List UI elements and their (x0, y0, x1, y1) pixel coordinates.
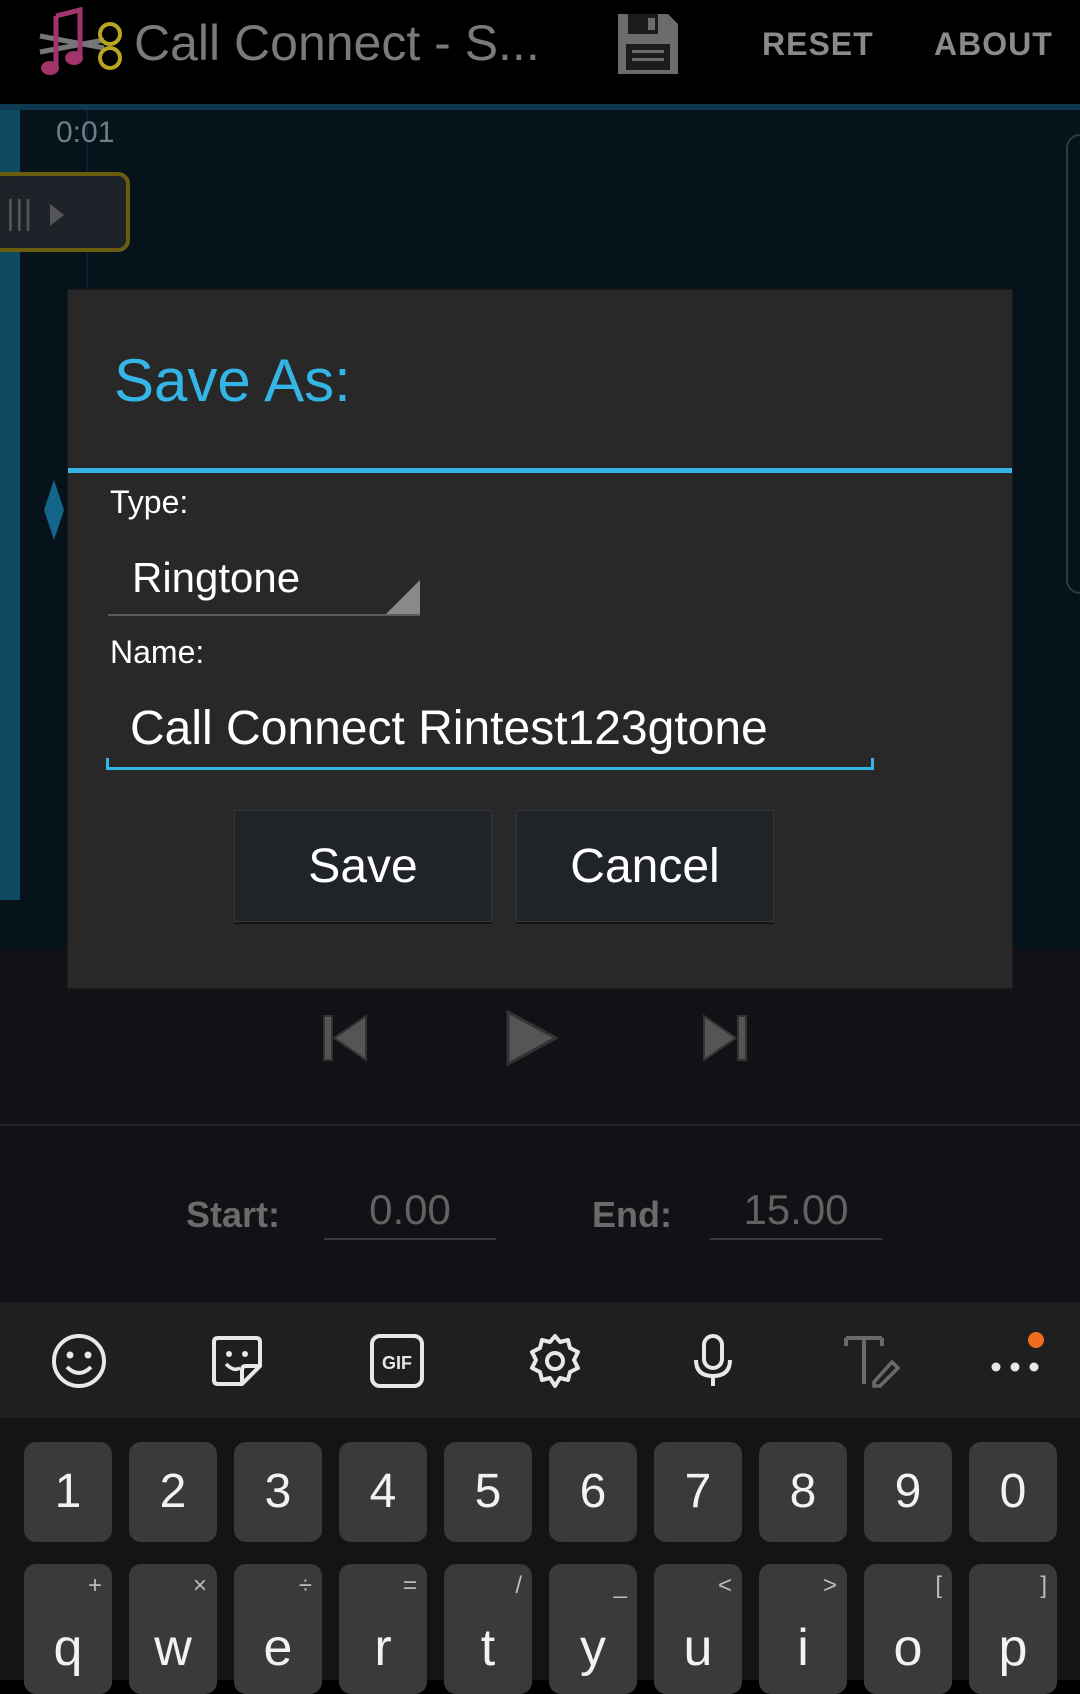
key-char: i (797, 1619, 809, 1677)
key-o[interactable]: [ o (864, 1564, 952, 1694)
key-char: u (683, 1619, 713, 1677)
save-as-dialog: Save As: Type: Ringtone Name: Save Cance… (68, 290, 1012, 988)
svg-text:GIF: GIF (382, 1353, 412, 1373)
app-title: Call Connect - S... (134, 15, 540, 71)
skip-next-icon[interactable] (696, 1010, 752, 1066)
key-3[interactable]: 3 (234, 1442, 322, 1542)
time-label: 0:01 (56, 116, 115, 149)
key-alt: = (402, 1572, 417, 1599)
key-0[interactable]: 0 (969, 1442, 1057, 1542)
key-alt: / (515, 1572, 522, 1599)
dialog-title-divider (68, 468, 1012, 473)
start-field[interactable]: 0.00 (324, 1182, 496, 1240)
key-alt: ÷ (298, 1572, 312, 1599)
key-char: w (154, 1619, 192, 1677)
play-arrow-icon (50, 204, 64, 226)
key-alt: ] (1040, 1572, 1047, 1599)
key-char: q (53, 1619, 83, 1677)
handwriting-icon[interactable] (842, 1332, 900, 1390)
play-icon[interactable] (500, 1008, 560, 1068)
range-row: Start: 0.00 End: 15.00 (0, 1126, 1080, 1302)
key-r[interactable]: = r (339, 1564, 427, 1694)
key-alt: + (87, 1572, 102, 1599)
reset-button[interactable]: RESET (762, 26, 874, 63)
key-alt: [ (935, 1572, 942, 1599)
microphone-icon[interactable] (684, 1332, 742, 1390)
key-9[interactable]: 9 (864, 1442, 952, 1542)
name-label: Name: (110, 634, 205, 670)
waveform-peak (44, 480, 64, 540)
key-1[interactable]: 1 (24, 1442, 112, 1542)
input-edge-right (871, 758, 874, 770)
key-q[interactable]: + q (24, 1564, 112, 1694)
key-alt: > (822, 1572, 837, 1599)
type-dropdown[interactable]: Ringtone (108, 540, 420, 616)
key-alt: × (192, 1572, 207, 1599)
key-8[interactable]: 8 (759, 1442, 847, 1542)
key-e[interactable]: ÷ e (234, 1564, 322, 1694)
save-icon[interactable] (614, 10, 682, 78)
save-button[interactable]: Save (234, 810, 492, 922)
grip-icon: ||| (6, 194, 33, 232)
emoji-icon[interactable] (50, 1332, 108, 1390)
end-label: End: (592, 1194, 672, 1235)
key-t[interactable]: / t (444, 1564, 532, 1694)
type-selected-value: Ringtone (132, 554, 301, 601)
key-7[interactable]: 7 (654, 1442, 742, 1542)
start-label: Start: (186, 1194, 281, 1235)
dialog-title: Save As: (114, 347, 351, 414)
end-marker-frame (1066, 134, 1080, 594)
type-label: Type: (110, 484, 189, 520)
gif-icon[interactable]: GIF (368, 1332, 426, 1390)
name-input[interactable] (106, 690, 874, 770)
keyboard-toolbar: GIF (0, 1302, 1080, 1418)
app-logo-icon (39, 6, 122, 75)
key-char: o (893, 1619, 923, 1677)
key-5[interactable]: 5 (444, 1442, 532, 1542)
cancel-button[interactable]: Cancel (516, 810, 774, 922)
start-marker-handle[interactable]: ||| (0, 172, 130, 252)
end-field[interactable]: 15.00 (710, 1182, 882, 1240)
input-edge-left (106, 758, 109, 770)
key-4[interactable]: 4 (339, 1442, 427, 1542)
key-u[interactable]: < u (654, 1564, 742, 1694)
key-char: p (998, 1619, 1028, 1677)
key-char: e (263, 1619, 293, 1677)
key-2[interactable]: 2 (129, 1442, 217, 1542)
dropdown-corner-icon (386, 580, 420, 614)
key-w[interactable]: × w (129, 1564, 217, 1694)
key-6[interactable]: 6 (549, 1442, 637, 1542)
key-alt: _ (613, 1572, 627, 1599)
sticker-icon[interactable] (208, 1332, 266, 1390)
key-i[interactable]: > i (759, 1564, 847, 1694)
key-char: t (480, 1619, 496, 1677)
about-button[interactable]: ABOUT (934, 26, 1053, 63)
key-y[interactable]: _ y (549, 1564, 637, 1694)
settings-icon[interactable] (526, 1332, 584, 1390)
key-char: y (580, 1619, 606, 1677)
app-bar: Call Connect - S... RESET ABOUT (0, 0, 1080, 104)
notification-dot (1028, 1332, 1044, 1348)
key-p[interactable]: ] p (969, 1564, 1057, 1694)
keyboard: 1 2 3 4 5 6 7 8 9 0 + q × w ÷ e = r / t … (0, 1418, 1080, 1694)
key-alt: < (717, 1572, 732, 1599)
key-char: r (374, 1619, 392, 1677)
skip-previous-icon[interactable] (318, 1010, 374, 1066)
